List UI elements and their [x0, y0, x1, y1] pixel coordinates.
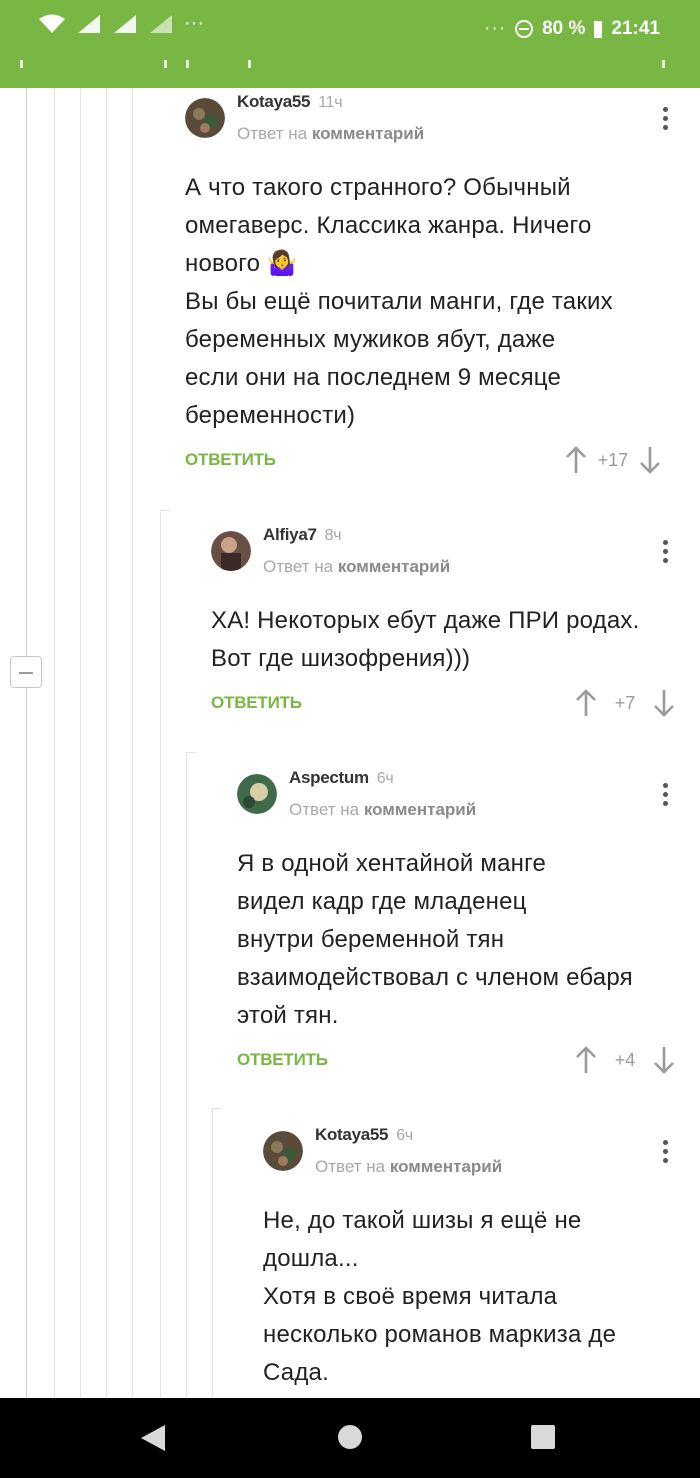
reply-to-link[interactable]: комментарий	[312, 124, 424, 143]
comment-menu-button[interactable]	[655, 1137, 675, 1167]
battery-level: 80 %	[542, 18, 586, 39]
thread-connector	[212, 1108, 222, 1109]
do-not-disturb-icon	[515, 20, 534, 38]
arrow-up-icon[interactable]	[565, 446, 587, 474]
thread-line	[186, 752, 187, 1398]
thread-line	[54, 88, 55, 1398]
vote-controls: +17	[565, 446, 661, 474]
thread-line	[132, 88, 133, 1398]
arrow-down-icon[interactable]	[653, 1046, 675, 1074]
comment-menu-button[interactable]	[655, 780, 675, 810]
reply-to-line: Ответ на комментарий	[237, 124, 425, 143]
reply-button[interactable]: ОТВЕТИТЬ	[237, 1050, 328, 1070]
thread-line	[106, 88, 107, 1398]
vote-controls: +7	[575, 689, 675, 717]
reply-to-line: Ответ на комментарий	[315, 1157, 503, 1176]
back-icon[interactable]	[141, 1425, 165, 1451]
home-icon[interactable]	[338, 1425, 362, 1449]
comment-author[interactable]: Aspectum 6ч	[289, 768, 394, 788]
comment: Kotaya55 11ч Ответ на комментарий А что т…	[185, 92, 685, 492]
reply-to-line: Ответ на комментарий	[263, 557, 451, 576]
comment-time: 11ч	[318, 94, 343, 111]
clock: 21:41	[611, 18, 660, 39]
reply-to-link[interactable]: комментарий	[364, 800, 476, 819]
signal-icon-2	[114, 14, 136, 33]
reply-button[interactable]: ОТВЕТИТЬ	[185, 450, 276, 470]
comment-author[interactable]: Kotaya55 11ч	[237, 92, 343, 112]
comment-menu-button[interactable]	[655, 537, 675, 567]
comment: Aspectum 6ч Ответ на комментарий Я в одно…	[237, 768, 685, 1088]
thread-connector	[186, 752, 196, 753]
system-nav-bar	[0, 1398, 700, 1478]
vote-controls: +4	[575, 1046, 675, 1074]
comment-menu-button[interactable]	[655, 104, 675, 134]
reply-to-link[interactable]: комментарий	[338, 557, 450, 576]
comment-time: 8ч	[324, 527, 342, 544]
vote-score: +7	[614, 692, 636, 713]
status-extra-dots: ···	[184, 12, 204, 34]
avatar[interactable]	[211, 531, 251, 571]
comment-time: 6ч	[396, 1127, 413, 1144]
comment: Kotaya55 6ч Ответ на комментарий Не, до т…	[263, 1125, 685, 1395]
thread-line	[80, 88, 81, 1398]
wifi-icon	[39, 14, 65, 33]
avatar[interactable]	[185, 98, 225, 138]
comment-time: 6ч	[376, 770, 394, 787]
comment-text: Не, до такой шизы я ещё не дошла... Хотя…	[263, 1207, 617, 1386]
thread-line	[212, 1108, 213, 1398]
status-bar: ··· ··· 80 % 21:41	[0, 0, 700, 88]
reply-button[interactable]: ОТВЕТИТЬ	[211, 693, 302, 713]
avatar[interactable]	[237, 774, 277, 814]
app-header-partial	[0, 56, 700, 88]
comment-text: Я в одной хентайной манге видел кадр где…	[237, 850, 633, 1029]
status-icons-right: ··· 80 % 21:41	[484, 18, 660, 40]
vote-score: +4	[614, 1049, 636, 1070]
recent-apps-icon[interactable]	[531, 1425, 555, 1449]
collapse-thread-button[interactable]	[10, 656, 42, 688]
comment-author[interactable]: Alfiya7 8ч	[263, 525, 342, 545]
status-dots: ···	[484, 18, 507, 39]
thread-line	[160, 510, 161, 1398]
reply-to-line: Ответ на комментарий	[289, 800, 477, 819]
signal-icon-3	[150, 14, 172, 33]
comment-text: ХА! Некоторых ебут даже ПРИ родах. Вот г…	[211, 607, 640, 672]
thread-line	[26, 88, 27, 1398]
battery-icon	[594, 21, 603, 38]
signal-icon	[78, 14, 100, 33]
arrow-up-icon[interactable]	[575, 1046, 597, 1074]
thread-connector	[160, 510, 170, 511]
status-icons-left: ···	[38, 12, 204, 35]
comment: Alfiya7 8ч Ответ на комментарий ХА! Некот…	[211, 525, 685, 725]
arrow-up-icon[interactable]	[575, 689, 597, 717]
comment-author[interactable]: Kotaya55 6ч	[315, 1125, 413, 1145]
reply-to-link[interactable]: комментарий	[390, 1157, 502, 1176]
arrow-down-icon[interactable]	[653, 689, 675, 717]
vote-score: +17	[597, 449, 629, 470]
comment-text: А что такого странного? Обычный омегавер…	[185, 174, 613, 429]
avatar[interactable]	[263, 1131, 303, 1171]
arrow-down-icon[interactable]	[639, 446, 661, 474]
